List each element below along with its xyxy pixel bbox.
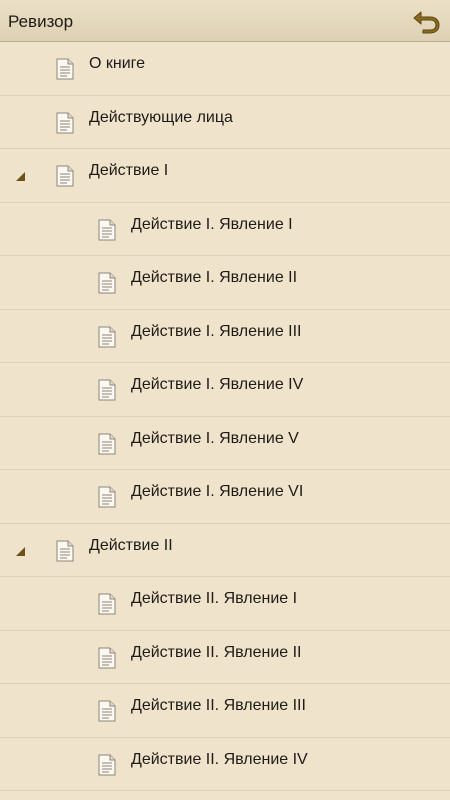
toc-item-label: Действие I. Явление VI bbox=[131, 483, 304, 500]
document-page-icon bbox=[97, 593, 117, 615]
document-page-icon bbox=[97, 754, 117, 776]
toc-item[interactable]: Действие I. Явление I bbox=[0, 203, 450, 256]
expanded-triangle-icon[interactable] bbox=[14, 169, 26, 181]
toc-item-label: Действие II. Явление I bbox=[131, 590, 298, 607]
toc-item[interactable]: Действие I. Явление V bbox=[0, 417, 450, 470]
app-bar: Ревизор bbox=[0, 0, 450, 42]
toc-item[interactable]: Действие II. Явление III bbox=[0, 684, 450, 738]
document-page-icon bbox=[55, 58, 75, 80]
document-page-icon bbox=[97, 219, 117, 241]
toc-item[interactable]: Действие II. Явление I bbox=[0, 577, 450, 631]
document-page-icon bbox=[97, 272, 117, 294]
table-of-contents-list: О книге Действующие лица Действие I Действи… bbox=[0, 42, 450, 791]
toc-item[interactable]: Действующие лица bbox=[0, 96, 450, 149]
toc-item[interactable]: Действие I. Явление II bbox=[0, 256, 450, 310]
toc-item[interactable]: Действие I bbox=[0, 149, 450, 203]
document-page-icon bbox=[97, 326, 117, 348]
toc-item-label: Действие I bbox=[89, 162, 169, 179]
toc-item-label: Действие II bbox=[89, 536, 173, 554]
expanded-triangle-icon[interactable] bbox=[14, 544, 26, 556]
toc-item[interactable]: Действие II. Явление II bbox=[0, 631, 450, 684]
toc-item-label: Действие II. Явление III bbox=[131, 697, 306, 714]
document-page-icon bbox=[97, 486, 117, 508]
toc-item-label: Действие I. Явление III bbox=[131, 322, 302, 340]
toc-item-label: Действие I. Явление II bbox=[131, 269, 298, 286]
toc-item[interactable]: Действие II. Явление IV bbox=[0, 738, 450, 791]
back-button[interactable] bbox=[410, 5, 444, 37]
app-title: Ревизор bbox=[8, 12, 74, 31]
toc-item-label: Действие II. Явление IV bbox=[131, 750, 308, 768]
toc-item-label: Действие II. Явление II bbox=[131, 643, 302, 661]
toc-item-label: Действие I. Явление IV bbox=[131, 376, 304, 393]
toc-item[interactable]: Действие I. Явление III bbox=[0, 310, 450, 363]
document-page-icon bbox=[97, 379, 117, 401]
document-page-icon bbox=[55, 165, 75, 187]
undo-arrow-icon bbox=[413, 11, 440, 34]
toc-item-label: Действующие лица bbox=[89, 108, 233, 126]
document-page-icon bbox=[97, 433, 117, 455]
toc-item-label: Действие I. Явление I bbox=[131, 215, 293, 233]
toc-item-label: Действие I. Явление V bbox=[131, 429, 299, 447]
toc-item[interactable]: О книге bbox=[0, 42, 450, 96]
toc-item-label: О книге bbox=[89, 55, 146, 72]
toc-item[interactable]: Действие II bbox=[0, 524, 450, 577]
toc-item[interactable]: Действие I. Явление IV bbox=[0, 363, 450, 417]
toc-item[interactable]: Действие I. Явление VI bbox=[0, 470, 450, 524]
document-page-icon bbox=[97, 700, 117, 722]
document-page-icon bbox=[97, 647, 117, 669]
document-page-icon bbox=[55, 540, 75, 562]
document-page-icon bbox=[55, 112, 75, 134]
